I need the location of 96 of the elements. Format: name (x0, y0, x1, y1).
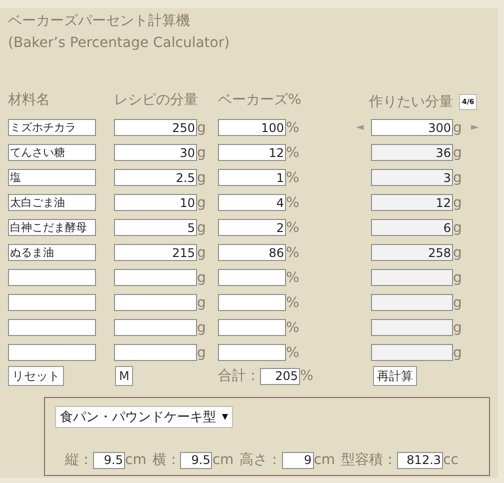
reset-button[interactable]: リセット (8, 366, 64, 386)
bakers-percent-field[interactable] (218, 319, 286, 336)
target-amount-field[interactable]: 300 (371, 119, 453, 136)
recipe-amount-field[interactable] (114, 319, 197, 336)
unit-label: g (197, 344, 206, 360)
app-title: ベーカーズパーセント計算機 (8, 12, 191, 31)
unit-label: % (286, 244, 300, 260)
ingredient-name-field[interactable]: 塩 (8, 169, 96, 186)
unit-label: g (197, 120, 206, 136)
recipe-amount-field[interactable] (114, 294, 197, 311)
unit-label: cm (314, 452, 336, 468)
unit-label: g (197, 170, 206, 186)
unit-label: % (286, 194, 300, 210)
bakers-percent-field[interactable]: 100 (218, 119, 286, 136)
ingredient-name-field[interactable] (8, 344, 96, 361)
ingredient-name-field[interactable]: 白神こだま酵母 (8, 219, 96, 236)
ingredient-name-field[interactable] (8, 294, 96, 311)
unit-label: g (453, 294, 462, 310)
recipe-amount-field[interactable] (114, 269, 197, 286)
unit-label: g (197, 244, 206, 260)
target-amount-field[interactable]: 6 (371, 219, 453, 236)
unit-label: % (286, 320, 300, 336)
recipe-amount-field[interactable]: 215 (114, 244, 197, 261)
ingredient-name-field[interactable]: てんさい糖 (8, 144, 96, 161)
unit-label: cc (443, 452, 458, 468)
unit-label: g (453, 170, 462, 186)
unit-label: g (453, 194, 462, 210)
column-header: 作りたい分量 (369, 93, 453, 111)
total-field[interactable]: 205 (260, 368, 300, 384)
dimension-label: 高さ： (240, 451, 282, 469)
target-amount-field[interactable] (371, 344, 453, 361)
bakers-percent-field[interactable]: 86 (218, 244, 286, 261)
total-label: 合計： (218, 367, 260, 385)
bakers-percent-field[interactable] (218, 269, 286, 286)
bakers-percent-field[interactable] (218, 344, 286, 361)
memory-button[interactable]: M (115, 366, 134, 386)
bakers-percent-field[interactable]: 4 (218, 194, 286, 211)
pan-type-dropdown[interactable]: 食パン・パウンドケーキ型 (55, 406, 233, 428)
unit-label: g (197, 144, 206, 160)
dimension-label: 縦： (65, 451, 93, 469)
ingredient-name-field[interactable]: ぬるま油 (8, 244, 96, 261)
unit-label: g (453, 144, 462, 160)
column-header: レシピの分量 (114, 91, 199, 109)
unit-label: % (286, 170, 300, 186)
bakers-percent-field[interactable] (218, 294, 286, 311)
unit-label: g (197, 220, 206, 236)
target-amount-field[interactable]: 12 (371, 194, 453, 211)
unit-label: g (453, 320, 462, 336)
unit-label: cm (125, 452, 146, 468)
unit-label: g (453, 120, 462, 136)
dimension-field[interactable]: 9 (282, 452, 314, 468)
unit-label: g (197, 194, 206, 210)
target-amount-field[interactable] (371, 319, 453, 336)
unit-label: % (300, 368, 314, 384)
recipe-amount-field[interactable]: 2.5 (114, 169, 197, 186)
caret-icon (222, 414, 228, 420)
column-header: 材料名 (8, 91, 51, 109)
target-amount-field[interactable]: 258 (371, 244, 453, 261)
unit-label: g (197, 320, 206, 336)
dimension-field[interactable]: 9.5 (180, 452, 212, 468)
column-header: ベーカーズ% (218, 91, 302, 109)
dimension-field[interactable]: 9.5 (93, 452, 125, 468)
unit-label: g (197, 294, 206, 310)
unit-label: % (286, 270, 300, 286)
ingredient-name-field[interactable] (8, 319, 96, 336)
recipe-amount-field[interactable]: 5 (114, 219, 197, 236)
bakers-percent-field[interactable]: 2 (218, 219, 286, 236)
dimension-label: 型容積： (341, 451, 398, 469)
app-subtitle: (Baker’s Percentage Calculator) (8, 34, 231, 53)
unit-label: g (453, 220, 462, 236)
unit-label: % (286, 344, 300, 360)
target-amount-field[interactable]: 3 (371, 169, 453, 186)
recipe-amount-field[interactable]: 250 (114, 119, 197, 136)
dimension-field[interactable]: 812.3 (397, 452, 444, 468)
unit-label: % (286, 294, 300, 310)
unit-label: % (286, 220, 300, 236)
unit-label: % (286, 144, 300, 160)
ingredient-name-field[interactable] (8, 269, 96, 286)
recipe-amount-field[interactable]: 10 (114, 194, 197, 211)
dimension-label: 横： (152, 451, 180, 469)
unit-label: g (453, 270, 462, 286)
unit-label: g (197, 270, 206, 286)
unit-label: g (453, 244, 462, 260)
ingredient-name-field[interactable]: 太白ごま油 (8, 194, 96, 211)
bakers-percent-field[interactable]: 1 (218, 169, 286, 186)
unit-label: % (286, 120, 300, 136)
bakers-percent-field[interactable]: 12 (218, 144, 286, 161)
recalculate-button[interactable]: 再計算 (373, 366, 417, 386)
ingredient-name-field[interactable]: ミズホチカラ (8, 119, 96, 136)
target-amount-field[interactable]: 36 (371, 144, 453, 161)
recipe-amount-field[interactable] (114, 344, 197, 361)
recipe-amount-field[interactable]: 30 (114, 144, 197, 161)
target-amount-field[interactable] (371, 294, 453, 311)
target-amount-field[interactable] (371, 269, 453, 286)
unit-label: g (453, 344, 462, 360)
unit-label: cm (212, 452, 234, 468)
